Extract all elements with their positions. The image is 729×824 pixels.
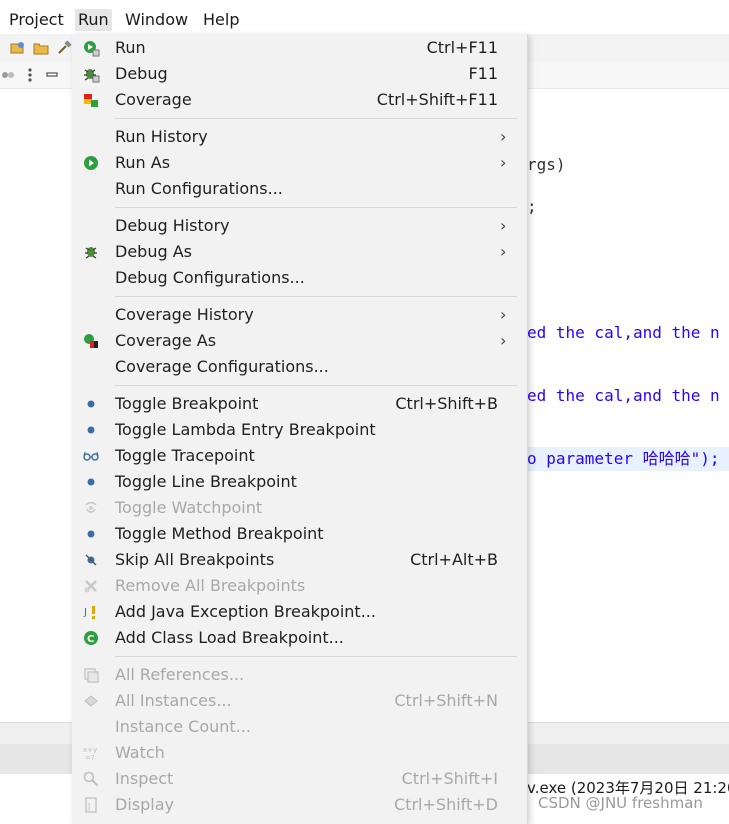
line-breakpoint-icon (87, 478, 95, 486)
remove-breakpoints-icon (84, 580, 97, 593)
coverage-as-icon (84, 334, 98, 348)
inspect-magnifier-icon (83, 771, 99, 787)
menu-item-all-instances[interactable]: All Instances... Ctrl+Shift+N (72, 688, 527, 714)
menu-run[interactable]: Run (75, 9, 112, 31)
submenu-chevron-icon: › (500, 127, 507, 146)
build-hammer-icon[interactable] (56, 40, 72, 56)
menu-item-skip-all-breakpoints[interactable]: Skip All Breakpoints Ctrl+Alt+B (72, 547, 527, 573)
menu-separator (115, 656, 517, 657)
menu-item-add-class-load-breakpoint[interactable]: C Add Class Load Breakpoint... (72, 625, 527, 651)
minimize-icon[interactable] (44, 67, 60, 83)
collapse-icon[interactable] (0, 67, 16, 83)
view-menu-icon[interactable] (22, 67, 38, 83)
watermark: CSDN @JNU freshman (538, 794, 703, 812)
menu-separator (115, 118, 517, 119)
menu-item-debug-as[interactable]: Debug As › (72, 239, 527, 265)
coverage-icon (84, 94, 98, 107)
debug-as-icon (85, 247, 97, 259)
watch-expression-icon: x+y=? (83, 746, 97, 762)
debug-bug-icon (84, 69, 100, 83)
menu-item-coverage-as[interactable]: Coverage As › (72, 328, 527, 354)
code-line: rgs) (527, 155, 566, 174)
references-icon (84, 668, 99, 683)
menu-item-toggle-method-breakpoint[interactable]: Toggle Method Breakpoint (72, 521, 527, 547)
menu-item-run-as[interactable]: Run As › (72, 150, 527, 176)
display-icon: J (85, 797, 97, 813)
class-load-icon: C (84, 631, 98, 645)
menu-item-debug-history[interactable]: Debug History › (72, 213, 527, 239)
code-line: ed the cal,and the n (527, 386, 720, 405)
watchpoint-icon (85, 502, 97, 513)
instances-icon (84, 695, 98, 707)
submenu-chevron-icon: › (500, 153, 507, 172)
svg-text:J: J (87, 802, 90, 811)
submenu-chevron-icon: › (500, 216, 507, 235)
menu-item-debug-configurations[interactable]: Debug Configurations... (72, 265, 527, 291)
menu-project[interactable]: Project (6, 9, 67, 31)
skip-breakpoints-icon (85, 554, 97, 566)
menu-separator (115, 296, 517, 297)
menu-item-instance-count[interactable]: Instance Count... (72, 714, 527, 740)
code-line: ed the cal,and the n (527, 323, 720, 342)
method-breakpoint-icon (87, 530, 95, 538)
exception-breakpoint-icon: J (83, 606, 95, 619)
open-folder-icon[interactable] (33, 40, 49, 56)
svg-text:J: J (83, 607, 87, 618)
menu-item-coverage[interactable]: Coverage Ctrl+Shift+F11 (72, 87, 527, 113)
menubar: Project Run Window Help (0, 0, 729, 34)
menu-window[interactable]: Window (122, 9, 191, 31)
svg-text:=?: =? (85, 754, 95, 762)
run-menu-dropdown: Run Ctrl+F11 Debug F11 Coverage Ctrl+Shi… (72, 34, 528, 824)
menu-item-debug[interactable]: Debug F11 (72, 61, 527, 87)
tracepoint-glasses-icon (83, 451, 99, 461)
run-as-icon (84, 156, 98, 170)
menu-item-toggle-watchpoint[interactable]: Toggle Watchpoint (72, 495, 527, 521)
submenu-chevron-icon: › (500, 242, 507, 261)
svg-text:C: C (87, 634, 94, 645)
menu-item-run-history[interactable]: Run History › (72, 124, 527, 150)
menu-item-toggle-line-breakpoint[interactable]: Toggle Line Breakpoint (72, 469, 527, 495)
menu-item-remove-all-breakpoints[interactable]: Remove All Breakpoints (72, 573, 527, 599)
menu-item-toggle-lambda-breakpoint[interactable]: Toggle Lambda Entry Breakpoint (72, 417, 527, 443)
menu-separator (115, 207, 517, 208)
run-icon (84, 41, 100, 57)
menu-help[interactable]: Help (200, 9, 242, 31)
menu-item-coverage-history[interactable]: Coverage History › (72, 302, 527, 328)
code-line: o parameter 哈哈哈"); (527, 449, 720, 468)
code-line: ; (527, 197, 537, 216)
menu-item-add-java-exception-breakpoint[interactable]: J Add Java Exception Breakpoint... (72, 599, 527, 625)
breakpoint-icon (87, 400, 95, 408)
menu-item-run[interactable]: Run Ctrl+F11 (72, 35, 527, 61)
menu-item-display[interactable]: J Display Ctrl+Shift+D (72, 792, 527, 818)
submenu-chevron-icon: › (500, 331, 507, 350)
lambda-breakpoint-icon (87, 426, 95, 434)
submenu-chevron-icon: › (500, 305, 507, 324)
menu-item-watch[interactable]: x+y =? Watch (72, 740, 527, 766)
svg-text:x+y: x+y (83, 746, 97, 754)
menu-item-run-configurations[interactable]: Run Configurations... (72, 176, 527, 202)
menu-item-toggle-breakpoint[interactable]: Toggle Breakpoint Ctrl+Shift+B (72, 391, 527, 417)
menu-separator (115, 385, 517, 386)
menu-item-coverage-configurations[interactable]: Coverage Configurations... (72, 354, 527, 380)
open-type-icon[interactable] (10, 40, 26, 56)
menu-item-toggle-tracepoint[interactable]: Toggle Tracepoint (72, 443, 527, 469)
menu-item-inspect[interactable]: Inspect Ctrl+Shift+I (72, 766, 527, 792)
menu-item-all-references[interactable]: All References... (72, 662, 527, 688)
